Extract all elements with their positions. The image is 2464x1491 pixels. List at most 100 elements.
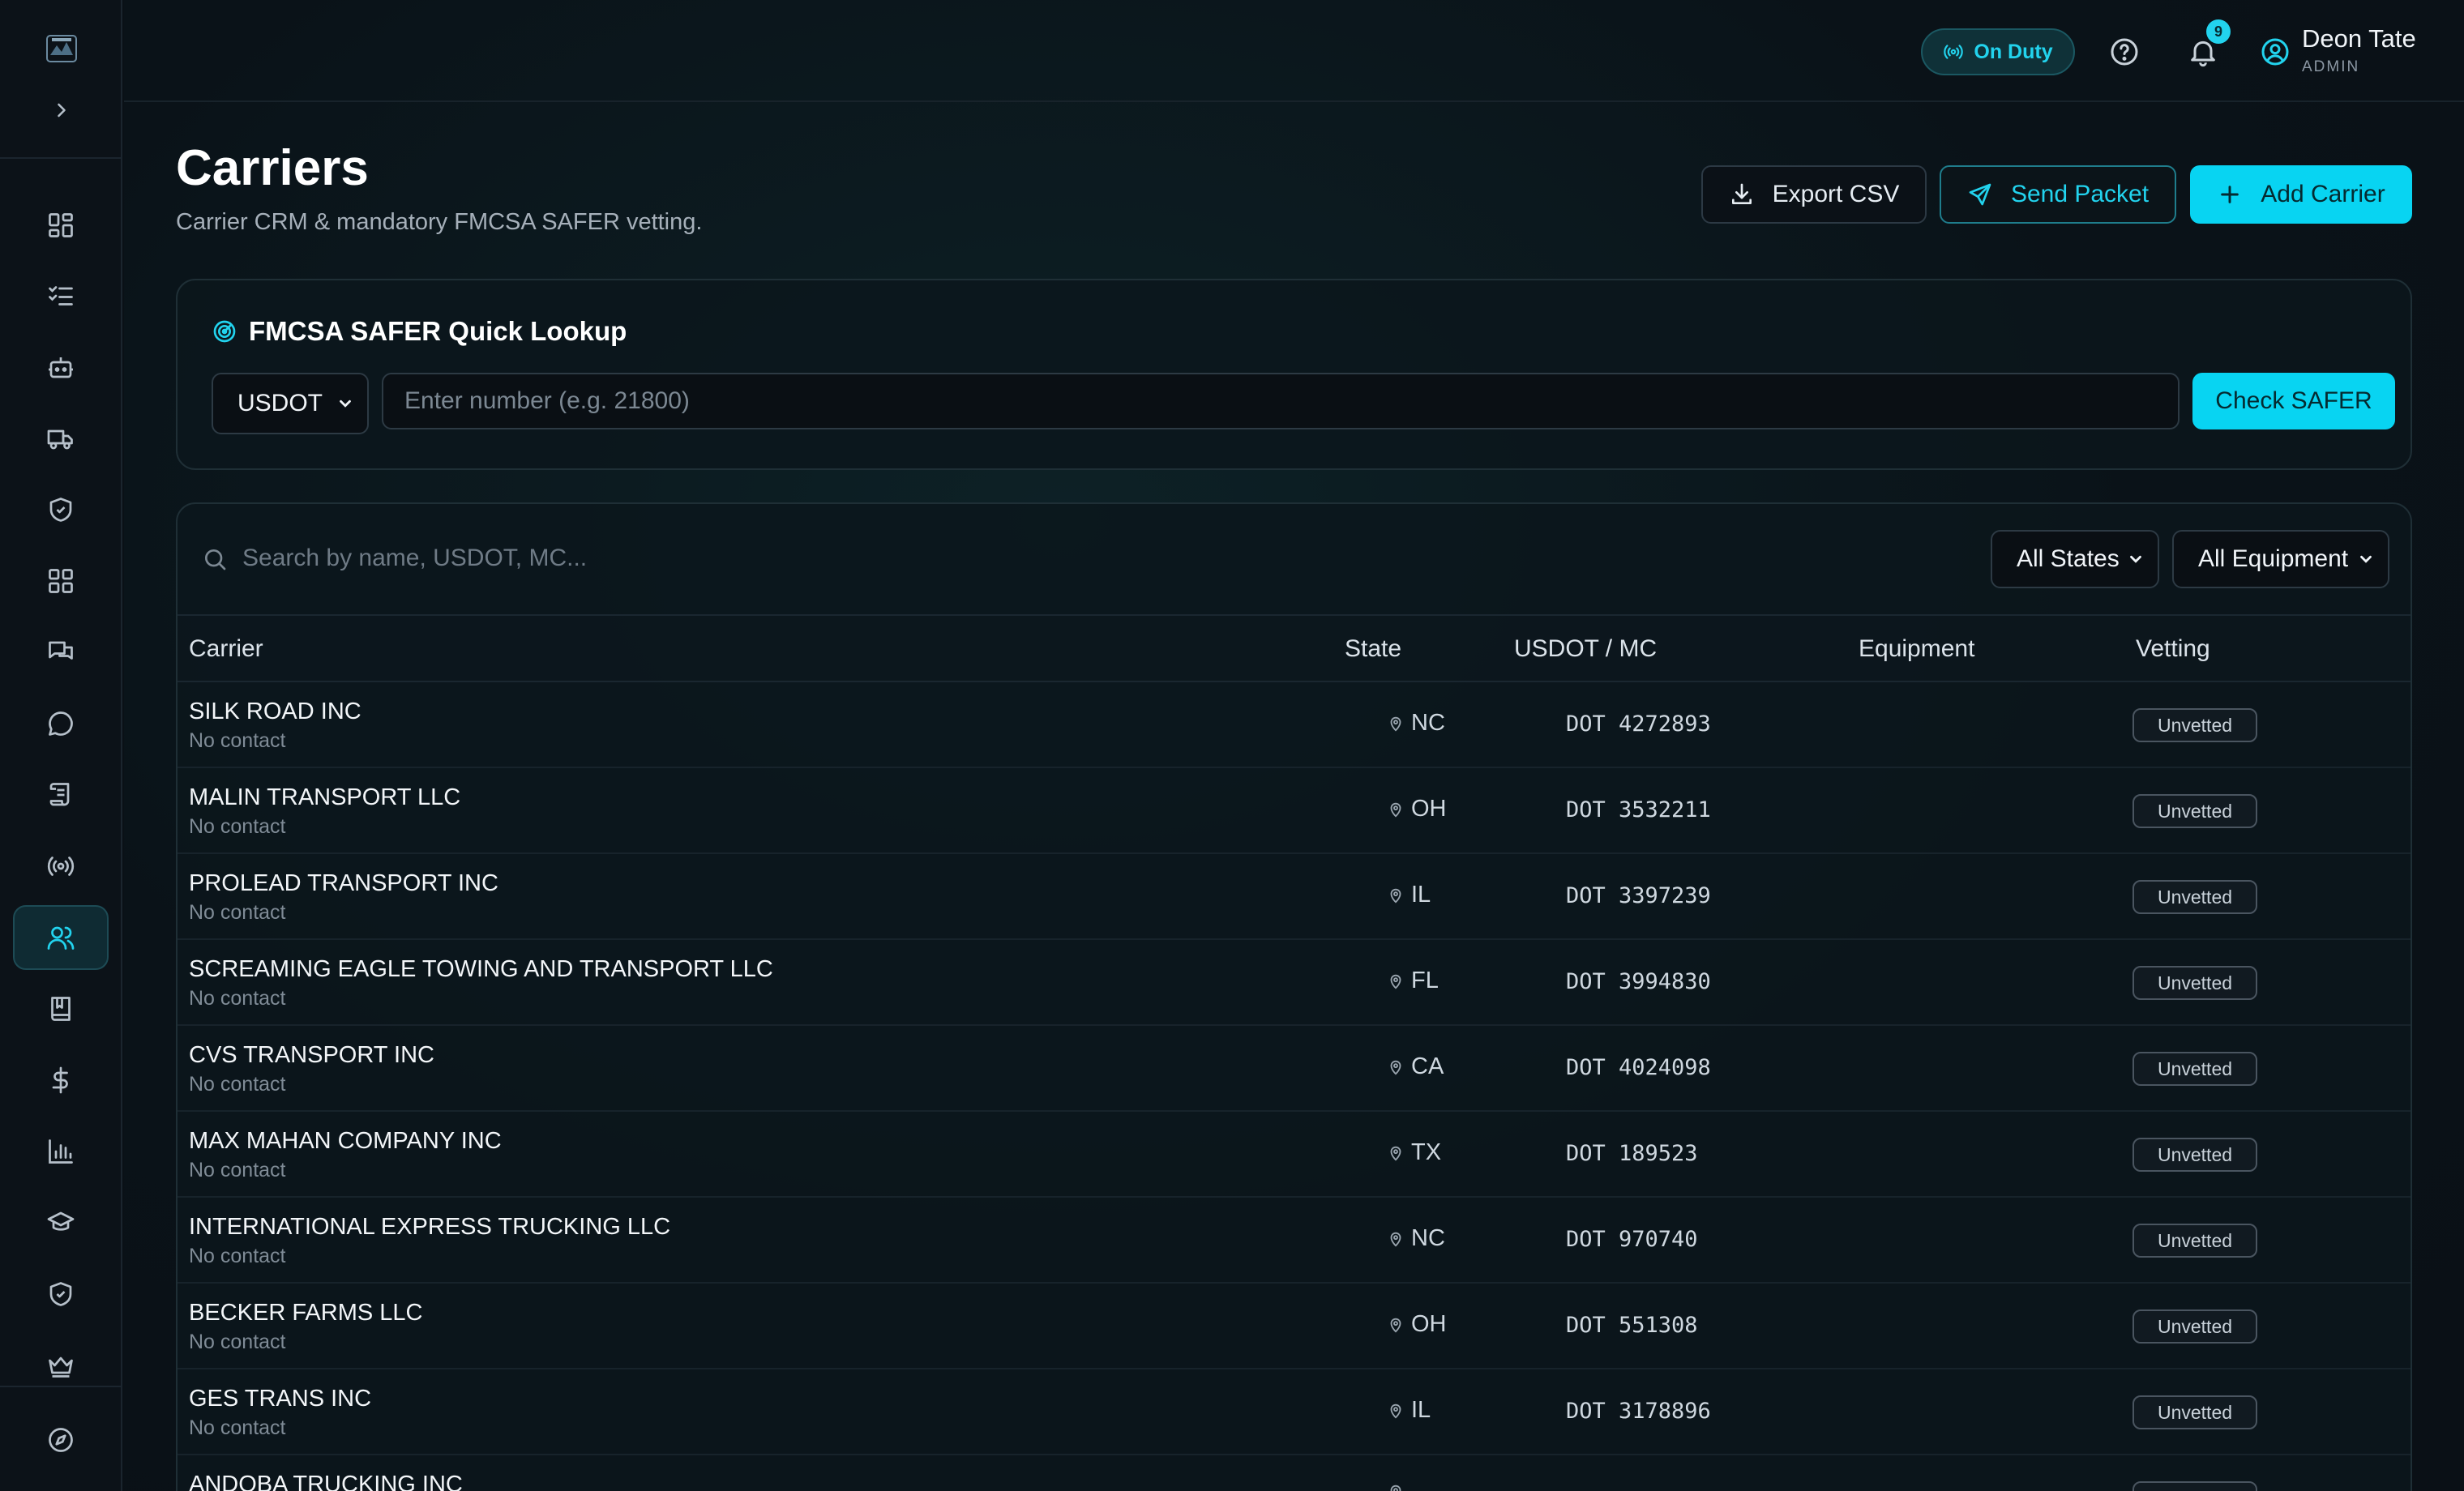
carrier-usdot: DOT 3178896 [1566, 1399, 1711, 1424]
column-equipment[interactable]: Equipment [1859, 635, 1974, 663]
table-row[interactable]: BECKER FARMS LLC No contact OH DOT 551308 Un… [178, 1284, 2411, 1369]
vetting-badge: Unvetted [2132, 1224, 2257, 1258]
nav-explore[interactable] [13, 1408, 109, 1472]
lookup-number-input[interactable]: Enter number (e.g. 21800) [382, 373, 2180, 429]
send-packet-button[interactable]: Send Packet [1940, 165, 2176, 224]
nav-messages[interactable] [13, 620, 109, 685]
chevron-down-icon [340, 399, 351, 408]
table-row[interactable]: GES TRANS INC No contact IL DOT 3178896 Unve… [178, 1369, 2411, 1455]
nav-dashboard[interactable] [13, 193, 109, 258]
carrier-name[interactable]: SILK ROAD INC [189, 699, 361, 725]
compass-icon [49, 1428, 73, 1452]
nav-reports[interactable] [13, 1119, 109, 1184]
carrier-name[interactable]: PROLEAD TRANSPORT INC [189, 870, 498, 897]
check-safer-button[interactable]: Check SAFER [2192, 373, 2395, 429]
export-csv-button[interactable]: Export CSV [1701, 165, 1927, 224]
carrier-usdot: DOT 3397239 [1566, 883, 1711, 908]
messages-icon [49, 641, 73, 660]
carrier-name[interactable]: BECKER FARMS LLC [189, 1300, 422, 1327]
graduation-cap-icon [47, 1211, 75, 1231]
chevron-right-icon[interactable] [50, 99, 73, 122]
crown-icon [49, 1356, 73, 1378]
shield-check-icon [49, 498, 72, 522]
nav-ai[interactable] [13, 335, 109, 399]
carrier-name[interactable]: MALIN TRANSPORT LLC [189, 784, 460, 811]
state-filter-value: All States [2017, 545, 2120, 572]
lookup-type-value: USDOT [237, 390, 323, 417]
send-icon [1969, 183, 1991, 206]
chevron-down-icon [2360, 555, 2372, 563]
state-code: FL [1411, 968, 1439, 993]
column-vetting[interactable]: Vetting [2136, 635, 2210, 663]
nav-tasks[interactable] [13, 263, 109, 328]
nav-carriers[interactable] [13, 905, 109, 970]
carrier-name[interactable]: SCREAMING EAGLE TOWING AND TRANSPORT LLC [189, 956, 773, 983]
carrier-usdot: DOT 970740 [1566, 1227, 1698, 1252]
state-code: NC [1411, 710, 1445, 736]
add-carrier-button[interactable]: Add Carrier [2190, 165, 2412, 224]
bot-icon [49, 357, 73, 378]
carrier-contact: No contact [189, 815, 286, 838]
vetting-badge: Unvetted [2132, 1395, 2257, 1429]
truck-icon [47, 429, 73, 450]
page-title: Carriers [176, 140, 369, 196]
carrier-state: OH [1387, 796, 1447, 822]
search-input[interactable]: Search by name, USDOT, MC... [242, 545, 587, 572]
table-row[interactable]: SCREAMING EAGLE TOWING AND TRANSPORT LLC… [178, 940, 2411, 1026]
carrier-name[interactable]: CVS TRANSPORT INC [189, 1042, 434, 1069]
nav-documents[interactable] [13, 763, 109, 827]
user-name[interactable]: Deon Tate [2302, 24, 2416, 53]
user-icon[interactable] [2259, 36, 2291, 68]
equipment-filter-select[interactable]: All Equipment [2172, 530, 2389, 588]
carrier-name[interactable]: GES TRANS INC [189, 1386, 371, 1412]
chat-icon [49, 711, 73, 736]
table-row[interactable]: SILK ROAD INC No contact NC DOT 4272893 Unve… [178, 682, 2411, 768]
user-role: ADMIN [2302, 58, 2360, 75]
vetting-badge: Unvetted [2132, 708, 2257, 742]
column-state[interactable]: State [1345, 635, 1401, 663]
nav-apps[interactable] [13, 549, 109, 613]
scroll-icon [49, 783, 70, 806]
dollar-icon [52, 1066, 68, 1094]
column-usdot-mc[interactable]: USDOT / MC [1514, 635, 1657, 663]
sidebar [0, 0, 122, 1491]
table-row[interactable]: PROLEAD TRANSPORT INC No contact IL DOT 339… [178, 854, 2411, 940]
plus-icon [2221, 186, 2239, 203]
carrier-name[interactable]: INTERNATIONAL EXPRESS TRUCKING LLC [189, 1214, 670, 1241]
sidebar-header [0, 0, 121, 159]
nav-loads[interactable] [13, 406, 109, 471]
nav-training[interactable] [13, 1190, 109, 1255]
table-row[interactable]: INTERNATIONAL EXPRESS TRUCKING LLC No con… [178, 1198, 2411, 1284]
vetting-badge: Unvetted [2132, 1052, 2257, 1086]
nav-compliance[interactable] [13, 477, 109, 542]
broadcast-icon [47, 857, 75, 876]
book-icon [51, 997, 71, 1021]
table-row[interactable]: MAX MAHAN COMPANY INC No contact TX DOT 189… [178, 1112, 2411, 1198]
carrier-contact: No contact [189, 987, 286, 1010]
map-pin-icon [1387, 886, 1405, 904]
logo-icon[interactable] [44, 31, 79, 66]
radar-icon [213, 320, 236, 343]
column-carrier[interactable]: Carrier [189, 635, 263, 663]
table-row[interactable]: MALIN TRANSPORT LLC No contact OH DOT 35322… [178, 768, 2411, 854]
state-filter-select[interactable]: All States [1991, 530, 2159, 588]
nav-tracking[interactable] [13, 834, 109, 899]
table-row[interactable]: CVS TRANSPORT INC No contact CA DOT 4024098… [178, 1026, 2411, 1112]
lookup-type-select[interactable]: USDOT [212, 373, 369, 434]
main-content: On Duty 9 Deon Tate ADMIN Carriers Carri… [124, 0, 2464, 1491]
nav-chat[interactable] [13, 691, 109, 756]
table-row[interactable]: ANDOBA TRUCKING INC [178, 1455, 2411, 1491]
carrier-contact: No contact [189, 1073, 286, 1096]
download-icon [1731, 183, 1752, 204]
add-carrier-label: Add Carrier [2261, 181, 2385, 207]
on-duty-toggle[interactable]: On Duty [1921, 28, 2075, 75]
nav-billing[interactable] [13, 1048, 109, 1113]
help-icon[interactable] [2108, 36, 2141, 68]
search-icon [205, 549, 226, 570]
nav-security[interactable] [13, 1262, 109, 1327]
nav-library[interactable] [13, 976, 109, 1041]
users-icon [47, 926, 75, 950]
carrier-name[interactable]: MAX MAHAN COMPANY INC [189, 1128, 502, 1155]
carrier-name[interactable]: ANDOBA TRUCKING INC [189, 1472, 463, 1491]
map-pin-icon [1387, 1402, 1405, 1420]
